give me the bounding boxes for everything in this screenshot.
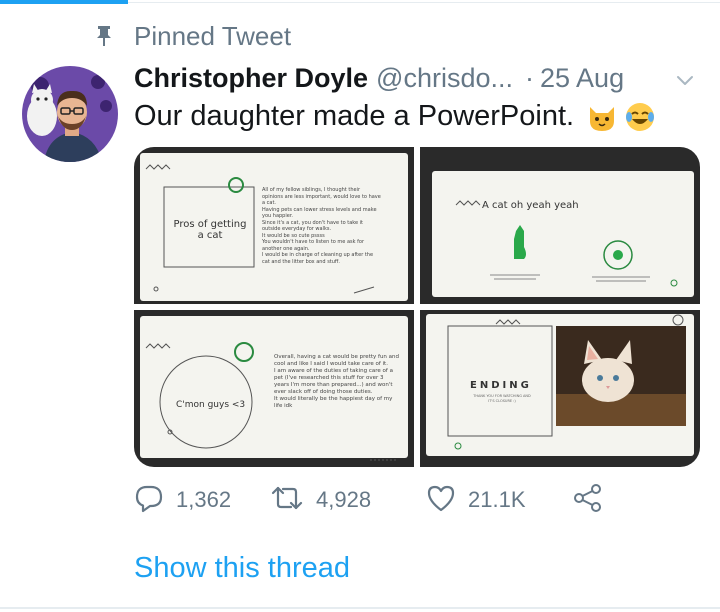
media-grid: Pros of getting a cat All of my fellow s… bbox=[134, 147, 700, 467]
pinned-tweet-label: Pinned Tweet bbox=[134, 20, 292, 51]
like-button[interactable]: 21.1K bbox=[426, 480, 526, 520]
display-name[interactable]: Christopher Doyle bbox=[134, 63, 368, 94]
separator-dot: · bbox=[525, 62, 534, 93]
bullet: It would literally be the happiest day o… bbox=[274, 396, 393, 409]
retweet-button[interactable]: 4,928 bbox=[270, 480, 371, 520]
heart-icon bbox=[426, 483, 456, 518]
slide-bullets: All of my fellow siblings, I thought the… bbox=[262, 187, 382, 265]
avatar[interactable] bbox=[22, 66, 118, 162]
reply-count: 1,362 bbox=[176, 487, 232, 512]
photo-slide-cmon-guys[interactable]: C'mon guys <3 Overall, having a cat woul… bbox=[134, 310, 414, 467]
share-icon bbox=[572, 482, 604, 519]
user-handle[interactable]: @chrisdo... bbox=[376, 63, 513, 94]
bullet: Since it's a cat, you don't have to take… bbox=[262, 219, 363, 233]
chevron-down-icon[interactable] bbox=[674, 68, 696, 90]
pinned-tweet-row: Pinned Tweet bbox=[92, 18, 291, 54]
bullet: Having pets can lower stress levels and … bbox=[262, 206, 377, 220]
bullet: You wouldn't have to listen to me ask fo… bbox=[262, 239, 364, 252]
tweet-date[interactable]: 25 Aug bbox=[540, 63, 624, 94]
pin-icon bbox=[92, 21, 116, 51]
tweet-body: Our daughter made a PowerPoint. bbox=[134, 100, 575, 132]
bullet: All of my fellow siblings, I thought the… bbox=[262, 187, 381, 206]
slide-subtitle: THANK YOU FOR WATCHING AND IT'S CLOSURE … bbox=[473, 394, 531, 403]
bullet: I am aware of the duties of taking care … bbox=[274, 368, 393, 395]
like-count: 21.1K bbox=[468, 487, 526, 512]
retweet-count: 4,928 bbox=[316, 487, 372, 512]
bullet: Overall, having a cat would be pretty fu… bbox=[274, 354, 400, 367]
bullet: I would be in charge of cleaning up afte… bbox=[262, 252, 374, 265]
slide-bullets: Overall, having a cat would be pretty fu… bbox=[274, 354, 400, 410]
cat-face-emoji bbox=[586, 101, 618, 133]
share-button[interactable] bbox=[572, 480, 604, 520]
tweet-actions: 1,362 4,928 21.1K bbox=[134, 480, 614, 520]
reply-icon bbox=[134, 483, 164, 518]
tweet-text: Our daughter made a PowerPoint. bbox=[134, 100, 656, 133]
slide-title: A cat oh yeah yeah bbox=[482, 200, 579, 211]
photo-slide-ending[interactable]: ENDING THANK YOU FOR WATCHING AND IT'S C… bbox=[420, 310, 700, 467]
slide-title: Pros of getting a cat bbox=[173, 219, 247, 241]
photo-slide-pros[interactable]: Pros of getting a cat All of my fellow s… bbox=[134, 147, 414, 304]
show-thread-link[interactable]: Show this thread bbox=[134, 552, 350, 585]
active-tab-indicator bbox=[0, 0, 128, 4]
bottom-divider bbox=[0, 607, 720, 609]
reply-button[interactable]: 1,362 bbox=[134, 480, 231, 520]
slide-title: ENDING bbox=[470, 380, 532, 391]
tweet-header: Christopher Doyle @chrisdo... · 25 Aug bbox=[134, 58, 704, 98]
retweet-icon bbox=[270, 483, 304, 518]
slide-title: C'mon guys <3 bbox=[176, 400, 246, 410]
photo-slide-cat-yeah[interactable]: A cat oh yeah yeah bbox=[420, 147, 700, 304]
laughing-tears-emoji bbox=[624, 101, 656, 133]
